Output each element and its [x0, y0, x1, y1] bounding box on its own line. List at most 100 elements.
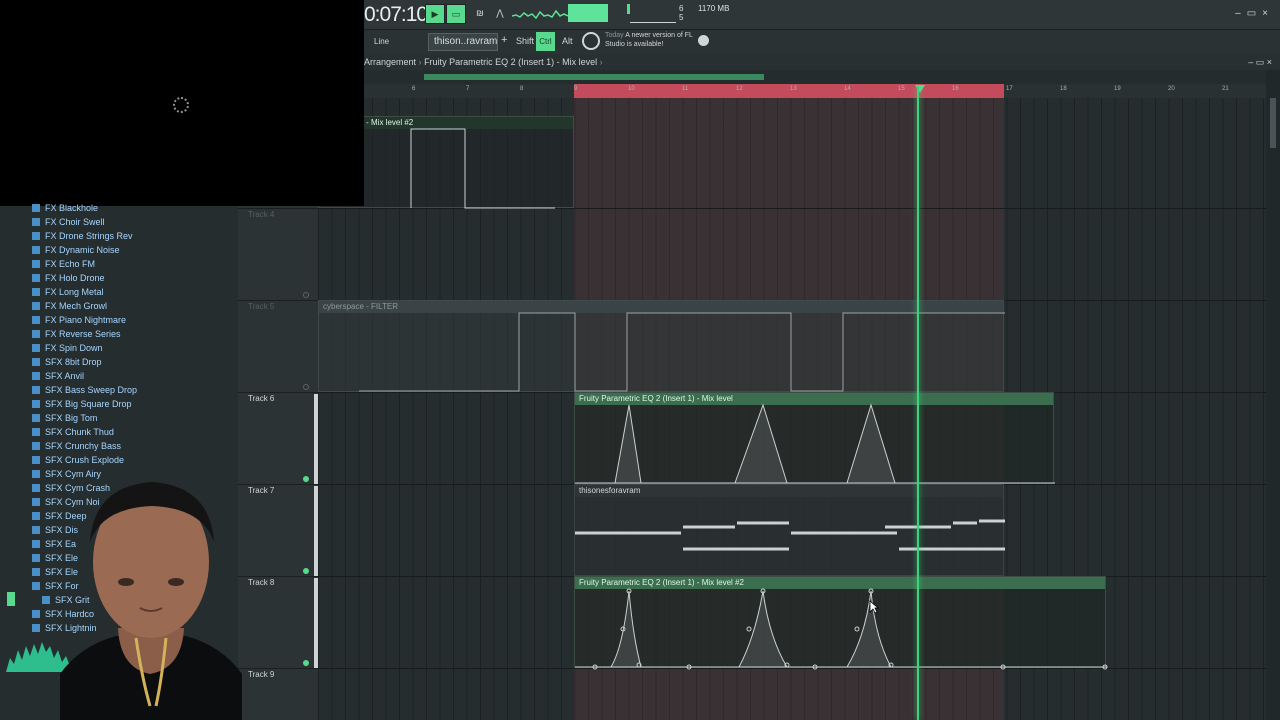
file-icon: [32, 400, 40, 408]
mixer-icon[interactable]: ₪: [470, 4, 490, 24]
fl-studio-window: 0:07:10 ▶ ▭ ₪ ⋀ 65 1170 MB –▭× Line this…: [0, 0, 1280, 720]
browser-item-label: SFX Anvil: [45, 371, 85, 381]
browser-item-label: FX Spin Down: [45, 343, 103, 353]
ctrl-modifier[interactable]: Ctrl: [536, 32, 555, 51]
mouse-cursor: [869, 600, 879, 614]
master-pitch-slider[interactable]: [630, 22, 676, 23]
browser-item-label: FX Reverse Series: [45, 329, 121, 339]
track-label[interactable]: Track 7: [248, 486, 274, 495]
add-pattern-button[interactable]: +: [501, 34, 507, 46]
pattern-selector[interactable]: thison..ravram: [428, 33, 498, 51]
snap-selector[interactable]: Line: [364, 33, 414, 51]
browser-item[interactable]: SFX Chunk Thud: [32, 425, 114, 439]
playlist-grid[interactable]: at (Insert 1) - Mix level #2 cyberspace …: [318, 86, 1266, 720]
browser-item-label: SFX Big Square Drop: [45, 399, 132, 409]
track-label[interactable]: Track 9: [248, 670, 274, 679]
browser-item-label: FX Echo FM: [45, 259, 96, 269]
track-divider: [238, 576, 318, 577]
metronome-icon[interactable]: ⋀: [490, 4, 510, 24]
vertical-scrollbar[interactable]: [1266, 70, 1280, 720]
memory-readout: 1170 MB: [698, 4, 730, 13]
horizontal-scroll[interactable]: [364, 70, 1280, 84]
file-icon: [32, 610, 40, 618]
update-icon[interactable]: [582, 32, 600, 50]
browser-item[interactable]: SFX Anvil: [32, 369, 84, 383]
browser-item[interactable]: FX Echo FM: [32, 257, 95, 271]
file-icon: [32, 372, 40, 380]
file-icon: [32, 358, 40, 366]
song-time-display[interactable]: 0:07:10: [364, 3, 428, 27]
file-icon: [32, 428, 40, 436]
browser-item-label: SFX Bass Sweep Drop: [45, 385, 138, 395]
browser-item[interactable]: FX Choir Swell: [32, 215, 105, 229]
file-icon: [32, 554, 40, 562]
file-icon: [32, 288, 40, 296]
track-label[interactable]: Track 8: [248, 578, 274, 587]
ruler-tick-label: 11: [682, 86, 689, 92]
automation-clip[interactable]: cyberspace - FILTER: [318, 300, 1005, 392]
browser-item[interactable]: SFX Crush Explode: [32, 453, 124, 467]
track-mute-toggle[interactable]: [303, 568, 309, 574]
browser-item[interactable]: FX Mech Growl: [32, 299, 107, 313]
browser-item[interactable]: FX Blackhole: [32, 201, 98, 215]
browser-item[interactable]: FX Reverse Series: [32, 327, 121, 341]
automation-clip[interactable]: Fruity Parametric EQ 2 (Insert 1) - Mix …: [574, 392, 1055, 484]
file-icon: [42, 596, 50, 604]
horizontal-scroll-thumb[interactable]: [424, 74, 764, 80]
loop-region[interactable]: [574, 84, 1004, 98]
browser-item[interactable]: FX Dynamic Noise: [32, 243, 120, 257]
playlist-window-controls[interactable]: – ▭ ×: [1248, 54, 1272, 70]
track-mute-toggle[interactable]: [303, 292, 309, 298]
track-label[interactable]: Track 6: [248, 394, 274, 403]
browser-item-label: FX Choir Swell: [45, 217, 105, 227]
file-icon: [32, 246, 40, 254]
ruler-tick-label: 13: [790, 86, 797, 92]
ruler-tick-label: 10: [628, 86, 635, 92]
browser-item[interactable]: SFX Crunchy Bass: [32, 439, 121, 453]
file-icon: [32, 316, 40, 324]
alt-modifier[interactable]: Alt: [562, 36, 573, 46]
track-label[interactable]: Track 5: [248, 302, 274, 311]
ruler-tick-label: 15: [898, 86, 905, 92]
ruler-tick-label: 8: [520, 86, 524, 92]
browser-item[interactable]: FX Drone Strings Rev: [32, 229, 133, 243]
browser-item-label: SFX Crush Explode: [45, 455, 125, 465]
track-label[interactable]: Track 4: [248, 210, 274, 219]
track-mute-toggle[interactable]: [303, 660, 309, 666]
file-icon: [32, 274, 40, 282]
file-icon: [32, 330, 40, 338]
automation-clip[interactable]: Fruity Parametric EQ 2 (Insert 1) - Mix …: [574, 576, 1108, 670]
window-controls[interactable]: –▭×: [1235, 8, 1274, 19]
ruler-tick-label: 17: [1006, 86, 1013, 92]
track-mute-toggle[interactable]: [303, 384, 309, 390]
globe-icon[interactable]: [698, 35, 709, 46]
track-mute-toggle[interactable]: [303, 476, 309, 482]
pattern-mode-button[interactable]: ▶: [425, 4, 445, 24]
browser-item[interactable]: SFX Big Tom: [32, 411, 97, 425]
master-volume-meter[interactable]: [568, 4, 608, 22]
browser-item[interactable]: SFX 8bit Drop: [32, 355, 102, 369]
loading-spinner-icon: [173, 97, 189, 113]
browser-item-label: FX Piano Nightmare: [45, 315, 127, 325]
browser-selection-marker: [7, 592, 15, 606]
update-notification[interactable]: Today A newer version of FL Studio is av…: [605, 31, 705, 49]
browser-item[interactable]: FX Spin Down: [32, 341, 103, 355]
breadcrumb-automation[interactable]: Fruity Parametric EQ 2 (Insert 1) - Mix …: [424, 57, 597, 67]
vertical-scroll-thumb[interactable]: [1270, 98, 1276, 148]
ruler-tick-label: 21: [1222, 86, 1229, 92]
browser-item[interactable]: FX Holo Drone: [32, 271, 105, 285]
pattern-clip[interactable]: thisonesforavram: [574, 484, 1005, 576]
song-mode-button[interactable]: ▭: [446, 4, 466, 24]
browser-item[interactable]: SFX Big Square Drop: [32, 397, 132, 411]
browser-item[interactable]: FX Long Metal: [32, 285, 104, 299]
file-icon: [32, 260, 40, 268]
browser-item-label: FX Long Metal: [45, 287, 104, 297]
browser-item[interactable]: SFX Bass Sweep Drop: [32, 383, 137, 397]
ruler-tick-label: 19: [1114, 86, 1121, 92]
file-icon: [32, 568, 40, 576]
browser-item[interactable]: FX Piano Nightmare: [32, 313, 126, 327]
playhead-line[interactable]: [917, 86, 919, 720]
breadcrumb-arrangement[interactable]: Arrangement: [364, 57, 416, 67]
shift-modifier[interactable]: Shift: [516, 36, 534, 46]
track-divider: [238, 392, 318, 393]
